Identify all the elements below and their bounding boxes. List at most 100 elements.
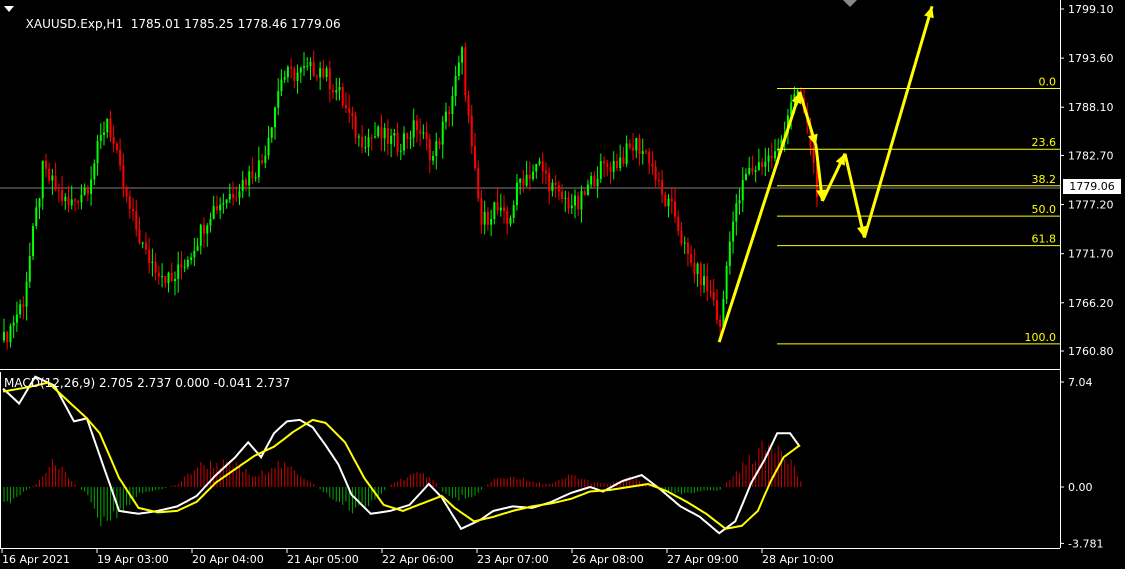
candle-body <box>574 195 577 206</box>
candle-body <box>415 120 418 131</box>
candle-body <box>151 261 154 264</box>
candle-body <box>35 207 38 227</box>
candle-body <box>522 178 525 186</box>
candle-body <box>599 161 602 179</box>
candle-body <box>9 325 12 343</box>
candle-body <box>303 66 306 68</box>
candle-body <box>490 219 493 225</box>
candle-body <box>115 143 118 151</box>
candle-body <box>154 261 157 273</box>
candle-body <box>364 147 367 149</box>
candle-body <box>286 66 289 78</box>
candle-body <box>703 276 706 286</box>
candle-body <box>725 265 728 300</box>
candle-body <box>32 226 35 257</box>
candle-body <box>525 174 528 186</box>
candle-body <box>719 319 722 327</box>
candle-body <box>12 322 15 326</box>
candle-body <box>641 151 644 154</box>
candle-body <box>186 259 189 267</box>
candle-body <box>48 168 51 181</box>
candle-body <box>322 68 325 78</box>
candle-body <box>354 115 357 138</box>
candle-body <box>406 133 409 139</box>
candle-body <box>583 191 586 196</box>
candle-body <box>680 230 683 244</box>
candle-body <box>257 160 260 178</box>
macd-label: MACD(12,26,9) 2.705 2.737 0.000 -0.041 2… <box>4 376 291 390</box>
candle-body <box>644 151 647 153</box>
candle-body <box>328 68 331 90</box>
candle-body <box>54 175 57 190</box>
candle-body <box>141 242 144 244</box>
candle-body <box>561 191 564 199</box>
macd-pane <box>2 375 802 535</box>
projection-arrow <box>862 5 934 239</box>
candle-body <box>38 198 41 208</box>
candle-body <box>757 162 760 171</box>
candle-body <box>128 196 131 209</box>
candle-body <box>370 137 373 139</box>
candle-body <box>235 197 238 199</box>
candle-body <box>264 155 267 164</box>
axes: 1799.10 1793.60 1788.10 1782.70 1777.20 1771.… <box>0 0 1114 566</box>
candle-body <box>590 176 593 185</box>
candle-body <box>377 126 380 137</box>
candle-body <box>383 128 386 139</box>
candle-body <box>86 187 89 194</box>
candle-body <box>612 161 615 172</box>
candle-body <box>635 138 638 151</box>
candle-body <box>228 193 231 200</box>
symbol-menu-icon[interactable] <box>4 6 14 12</box>
candle-body <box>425 132 428 140</box>
candle-body <box>212 206 215 220</box>
candle-body <box>96 141 99 164</box>
candle-body <box>119 150 122 166</box>
candle-body <box>435 141 438 156</box>
candle-body <box>428 139 431 161</box>
candle-body <box>386 128 389 144</box>
candle-body <box>267 137 270 156</box>
candle-body <box>744 173 747 180</box>
candle-body <box>470 115 473 147</box>
candle-body <box>770 155 773 159</box>
candle-body <box>564 197 567 199</box>
candle-body <box>486 211 489 225</box>
trading-chart[interactable]: 0.023.638.250.061.8100.0 1799.101793.601… <box>0 0 1125 569</box>
candle-body <box>596 178 599 187</box>
time-tick-label: 26 Apr 08:00 <box>572 553 644 566</box>
fib-level-label: 100.0 <box>1025 331 1057 344</box>
price-tick-label: 1799.10 <box>1068 3 1114 16</box>
candle-body <box>283 77 286 80</box>
fib-level-label: 38.2 <box>1032 173 1057 186</box>
candle-body <box>351 112 354 116</box>
candle-body <box>586 184 589 196</box>
candle-body <box>403 133 406 151</box>
candle-body <box>609 167 612 172</box>
candle-body <box>648 152 651 164</box>
candle-body <box>93 163 96 180</box>
candle-body <box>338 86 341 91</box>
candle-body <box>80 194 83 203</box>
candle-body <box>3 332 5 341</box>
candle-body <box>438 141 441 145</box>
candle-body <box>812 147 815 163</box>
candle-body <box>712 292 715 301</box>
candle-body <box>225 199 228 204</box>
candle-body <box>677 216 680 231</box>
chart-shift-marker-icon[interactable] <box>843 0 857 7</box>
candle-body <box>106 118 109 133</box>
candle-body <box>273 107 276 128</box>
candle-body <box>477 168 480 199</box>
candle-body <box>138 229 141 244</box>
candle-body <box>551 182 554 192</box>
candle-body <box>19 304 22 315</box>
candle-body <box>373 136 376 138</box>
candle-body <box>580 191 583 210</box>
time-tick-label: 20 Apr 04:00 <box>192 553 264 566</box>
candle-body <box>499 207 502 211</box>
candle-body <box>764 161 767 167</box>
candle-body <box>761 162 764 167</box>
candle-body <box>248 171 251 186</box>
price-tick-label: 1760.80 <box>1068 345 1114 358</box>
